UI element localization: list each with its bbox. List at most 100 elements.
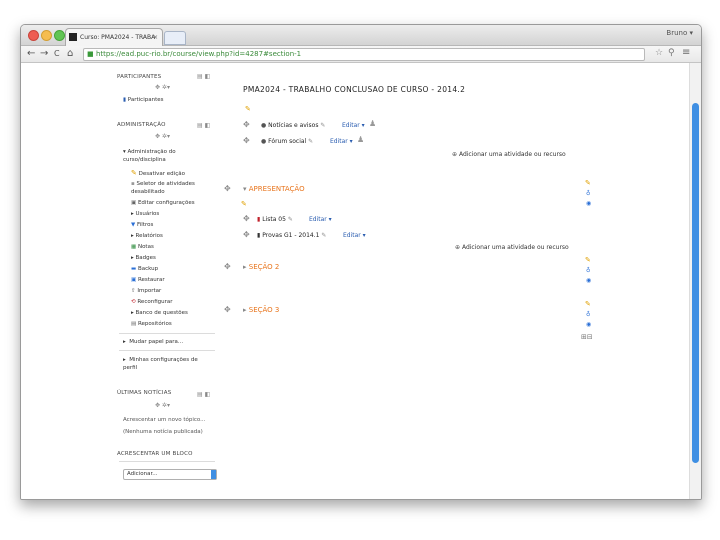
participants-label: Participantes [127, 97, 164, 103]
visibility-eye-icon[interactable]: ◉ [586, 277, 591, 284]
section-title-secao-2[interactable]: ▸ SEÇÃO 2 [243, 263, 279, 271]
section-move-icon[interactable]: ✥ [224, 184, 231, 193]
move-handle-icon[interactable]: ✥ [243, 120, 250, 129]
minimize-window-button[interactable] [41, 30, 52, 41]
admin-item-filters[interactable]: ▼ Filtros [131, 222, 153, 228]
admin-item-label: Seletor de atividades desabilitado [131, 181, 195, 195]
activity-social-forum[interactable]: ● Fórum social ✎ [261, 138, 313, 145]
activity-lista-05[interactable]: ▮ Lista 05 ✎ [257, 216, 293, 223]
section-edit-pencil-icon[interactable]: ✎ [585, 256, 591, 264]
add-topic-link[interactable]: Acrescentar um novo tópico... [123, 417, 205, 423]
participants-link[interactable]: ▮ Participantes [123, 97, 163, 103]
admin-item-disable-edit[interactable]: ✎ Desativar edição [131, 169, 185, 177]
admin-item-reports[interactable]: ▸ Relatórios [131, 233, 163, 239]
highlight-bulb-icon[interactable]: ♁ [586, 311, 590, 318]
browser-tab[interactable]: Curso: PMA2024 - TRABA × [65, 28, 163, 46]
activity-provas-g1[interactable]: ▮ Provas G1 - 2014.1 ✎ [257, 232, 326, 239]
section-move-icon[interactable]: ✥ [224, 262, 231, 271]
visibility-eye-icon[interactable]: ◉ [586, 321, 591, 328]
block-move-icon[interactable]: ✥ ✲▾ [155, 84, 170, 91]
zoom-window-button[interactable] [54, 30, 65, 41]
participants-block-title: PARTICIPANTES [117, 74, 162, 80]
activity-name: Notícias e avisos [268, 122, 319, 129]
news-block-dock-icon[interactable]: ▤ ◧ [197, 391, 210, 398]
add-remove-sections-icon[interactable]: ⊞⊟ [581, 333, 593, 341]
add-icon: ⊕ [455, 244, 461, 251]
admin-item-activity-chooser[interactable]: ▪ Seletor de atividades desabilitado [131, 180, 215, 196]
section-title-apresentacao[interactable]: ▾ APRESENTAÇÃO [243, 185, 305, 193]
back-button[interactable]: ← [27, 48, 35, 60]
activity-news-forum[interactable]: ● Notícias e avisos ✎ [261, 122, 325, 129]
section-edit-pencil-icon[interactable]: ✎ [585, 179, 591, 187]
admin-item-label: Repositórios [137, 321, 172, 327]
admin-item-label: Reconfigurar [137, 299, 173, 305]
no-news-text: (Nenhuma notícia publicada) [123, 429, 203, 435]
group-mode-icon[interactable]: ♟ [357, 135, 364, 144]
admin-item-grades[interactable]: ▦ Notas [131, 244, 154, 250]
admin-item-edit-settings[interactable]: ▣ Editar configurações [131, 200, 195, 206]
rename-pencil-icon[interactable]: ✎ [320, 122, 325, 129]
admin-item-badges[interactable]: ▸ Badges [131, 255, 156, 261]
move-handle-icon[interactable]: ✥ [243, 214, 250, 223]
admin-item-import[interactable]: ⇧ Importar [131, 288, 161, 294]
move-handle-icon[interactable]: ✥ [243, 230, 250, 239]
group-mode-icon[interactable]: ♟ [369, 119, 376, 128]
vertical-scrollbar[interactable] [689, 63, 701, 499]
highlight-bulb-icon[interactable]: ♁ [586, 267, 590, 274]
edit-summary-pencil-icon[interactable]: ✎ [241, 200, 247, 208]
add-block-select[interactable]: Adicionar... [123, 469, 217, 480]
tab-close-icon[interactable]: × [153, 29, 158, 46]
admin-item-backup[interactable]: ▬ Backup [131, 266, 158, 272]
menu-icon[interactable]: ≡ [682, 47, 690, 58]
highlight-bulb-icon[interactable]: ♁ [586, 190, 590, 197]
reload-button[interactable]: C [54, 48, 60, 60]
section-move-icon[interactable]: ✥ [224, 305, 231, 314]
block-dock-icon[interactable]: ▤ ◧ [197, 73, 210, 80]
browser-window: Curso: PMA2024 - TRABA × Bruno ▾ ← → C ⌂… [20, 24, 702, 500]
admin-block-move-icon[interactable]: ✥ ✲▾ [155, 133, 170, 140]
move-handle-icon[interactable]: ✥ [243, 136, 250, 145]
rename-pencil-icon[interactable]: ✎ [308, 138, 313, 145]
address-bar[interactable]: ■ https://ead.puc-rio.br/course/view.php… [83, 48, 645, 61]
add-activity-link-apresentacao[interactable]: ⊕ Adicionar uma atividade ou recurso [455, 244, 569, 251]
close-window-button[interactable] [28, 30, 39, 41]
news-block-move-icon[interactable]: ✥ ✲▾ [155, 402, 170, 409]
edit-summary-pencil-icon[interactable]: ✎ [245, 105, 251, 113]
admin-course-node[interactable]: ▾ Administração do curso/disciplina [123, 148, 211, 164]
home-button[interactable]: ⌂ [67, 48, 73, 60]
bookmark-star-icon[interactable]: ☆ [655, 48, 663, 58]
admin-block-title: ADMINISTRAÇÃO [117, 122, 166, 128]
edit-menu-lista[interactable]: Editar ▾ [309, 216, 332, 223]
select-arrow-icon [211, 470, 216, 479]
admin-item-reset[interactable]: ⟲ Reconfigurar [131, 299, 173, 305]
admin-item-repositories[interactable]: ▤ Repositórios [131, 321, 172, 327]
section-title-label: SEÇÃO 2 [248, 263, 280, 271]
rename-pencil-icon[interactable]: ✎ [288, 216, 293, 223]
admin-item-question-bank[interactable]: ▸ Banco de questões [131, 310, 188, 316]
visibility-eye-icon[interactable]: ◉ [586, 200, 591, 207]
section-title-secao-3[interactable]: ▸ SEÇÃO 3 [243, 306, 279, 314]
search-icon[interactable]: ⚲ [668, 48, 675, 58]
scrollbar-thumb[interactable] [692, 103, 699, 463]
add-activity-link-general[interactable]: ⊕ Adicionar uma atividade ou recurso [452, 151, 566, 158]
profile-button[interactable]: Bruno ▾ [666, 29, 693, 37]
forward-button[interactable]: → [40, 48, 48, 60]
folder-file-icon: ▮ [257, 232, 261, 239]
profile-name: Bruno [666, 29, 688, 37]
section-edit-pencil-icon[interactable]: ✎ [585, 300, 591, 308]
page-content: PARTICIPANTES ▤ ◧ ✥ ✲▾ ▮ Participantes A… [21, 63, 689, 499]
admin-block-dock-icon[interactable]: ▤ ◧ [197, 122, 210, 129]
admin-divider [119, 333, 215, 334]
admin-item-restore[interactable]: ▣ Restaurar [131, 277, 165, 283]
add-icon: ⊕ [452, 151, 458, 158]
switch-role-link[interactable]: ▸ Mudar papel para... [123, 339, 183, 345]
new-tab-button[interactable] [164, 31, 186, 45]
edit-menu-provas[interactable]: Editar ▾ [343, 232, 366, 239]
rename-pencil-icon[interactable]: ✎ [321, 232, 326, 239]
activity-name: Provas G1 - 2014.1 [262, 232, 320, 239]
admin-item-users[interactable]: ▸ Usuários [131, 211, 159, 217]
profile-settings-link[interactable]: ▸ Minhas configurações de perfil [123, 356, 211, 372]
edit-menu-social[interactable]: Editar ▾ [330, 138, 353, 145]
settings-icon: ▣ [131, 200, 137, 206]
edit-menu-news[interactable]: Editar ▾ [342, 122, 365, 129]
